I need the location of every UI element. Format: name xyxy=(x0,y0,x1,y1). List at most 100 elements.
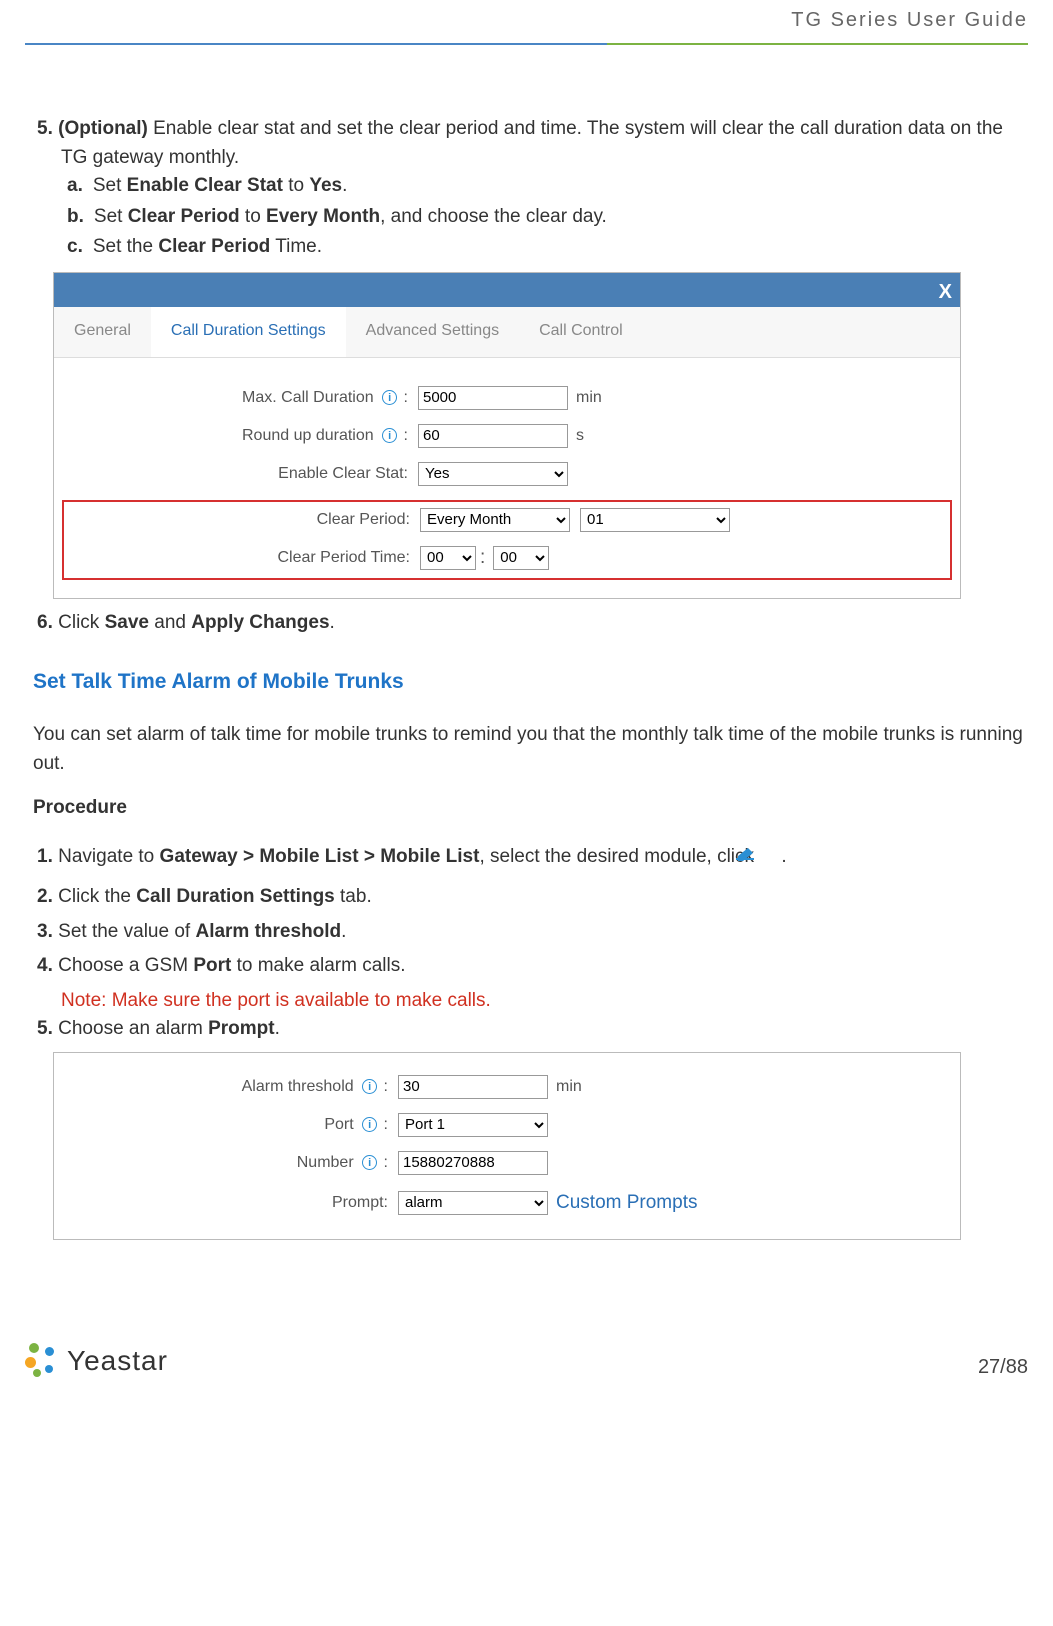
number-input[interactable] xyxy=(398,1151,548,1175)
p5-num: 5. xyxy=(37,1018,53,1039)
round-unit: s xyxy=(568,424,584,448)
step5c-b1: Clear Period xyxy=(158,236,270,257)
p5-b1: Prompt xyxy=(208,1018,275,1039)
tab-call-control[interactable]: Call Control xyxy=(519,307,643,357)
step5a-post: . xyxy=(342,175,347,196)
cpt-hour-select[interactable]: 00 xyxy=(420,546,476,570)
tabs: General Call Duration Settings Advanced … xyxy=(54,307,960,358)
step5a-b2: Yes xyxy=(309,175,342,196)
step5a-num: a. xyxy=(67,175,93,196)
step5-line: 5. (Optional) Enable clear stat and set … xyxy=(33,115,1028,172)
info-icon[interactable]: i xyxy=(362,1155,377,1170)
step5c-pre: Set the xyxy=(93,236,159,257)
header-rule-right xyxy=(607,43,1028,45)
step5b-post: , and choose the clear day. xyxy=(380,206,607,227)
figure-call-duration: X General Call Duration Settings Advance… xyxy=(53,272,961,600)
clearperiodtime-label: Clear Period Time: xyxy=(64,546,416,570)
logo-text: Yeastar xyxy=(67,1340,168,1382)
step6: 6. Click Save and Apply Changes. xyxy=(33,609,1028,638)
p1-post: , select the desired module, click xyxy=(479,846,759,867)
p1-end: . xyxy=(781,846,786,867)
step5c-post: Time. xyxy=(270,236,322,257)
tab-cds[interactable]: Call Duration Settings xyxy=(151,307,346,357)
procedure-head: Procedure xyxy=(33,794,1028,823)
info-icon[interactable]: i xyxy=(362,1117,377,1132)
step5b-mid: to xyxy=(240,206,266,227)
proc4-note: Note: Make sure the port is available to… xyxy=(33,987,1028,1016)
colon: : xyxy=(476,544,489,573)
step5-optional: (Optional) xyxy=(58,118,148,139)
info-icon[interactable]: i xyxy=(382,390,397,405)
p4-post: to make alarm calls. xyxy=(231,955,405,976)
p3-pre: Set the value of xyxy=(58,921,195,942)
info-icon[interactable]: i xyxy=(382,428,397,443)
section-title: Set Talk Time Alarm of Mobile Trunks xyxy=(33,666,1028,698)
figure-alarm: Alarm threshold i : min Port i : Port 1 … xyxy=(53,1052,961,1241)
step5-num: 5. xyxy=(37,118,53,139)
p5-pre: Choose an alarm xyxy=(58,1018,208,1039)
close-icon[interactable]: X xyxy=(939,277,952,307)
number-label: Number i : xyxy=(54,1151,394,1175)
step6-pre: Click xyxy=(58,612,104,633)
p2-post: tab. xyxy=(335,886,372,907)
p2-pre: Click the xyxy=(58,886,136,907)
step5a-mid: to xyxy=(283,175,309,196)
alarm-label: Alarm threshold i : xyxy=(54,1075,394,1099)
p2-b1: Call Duration Settings xyxy=(136,886,334,907)
prompt-label: Prompt: xyxy=(54,1191,394,1215)
port-label: Port i : xyxy=(54,1113,394,1137)
page-number: 27/88 xyxy=(978,1352,1028,1382)
step5a: a.Set Enable Clear Stat to Yes. xyxy=(33,172,1028,201)
maxcall-unit: min xyxy=(568,386,602,410)
port-select[interactable]: Port 1 xyxy=(398,1113,548,1137)
proc3: 3. Set the value of Alarm threshold. xyxy=(33,918,1028,947)
proc5: 5. Choose an alarm Prompt. xyxy=(33,1015,1028,1044)
round-label: Round up duration i : xyxy=(54,424,414,448)
step5a-b1: Enable Clear Stat xyxy=(127,175,283,196)
step6-mid: and xyxy=(149,612,191,633)
cpt-min-select[interactable]: 00 xyxy=(493,546,549,570)
dialog-header: X xyxy=(54,273,960,307)
p4-num: 4. xyxy=(37,955,53,976)
logo: Yeastar xyxy=(25,1340,168,1382)
maxcall-input[interactable] xyxy=(418,386,568,410)
tab-general[interactable]: General xyxy=(54,307,151,357)
enable-label: Enable Clear Stat: xyxy=(54,462,414,486)
p2-num: 2. xyxy=(37,886,53,907)
p1-pre: Navigate to xyxy=(58,846,159,867)
p3-num: 3. xyxy=(37,921,53,942)
edit-icon[interactable] xyxy=(759,848,781,864)
p1-num: 1. xyxy=(37,846,53,867)
round-input[interactable] xyxy=(418,424,568,448)
intro-para: You can set alarm of talk time for mobil… xyxy=(33,721,1028,778)
enable-select[interactable]: Yes xyxy=(418,462,568,486)
header-title: TG Series User Guide xyxy=(25,5,1028,35)
proc2: 2. Click the Call Duration Settings tab. xyxy=(33,883,1028,912)
step5b-b2: Every Month xyxy=(266,206,380,227)
step6-num: 6. xyxy=(37,612,53,633)
step5b-pre: Set xyxy=(94,206,128,227)
step6-b1: Save xyxy=(105,612,149,633)
step5c: c.Set the Clear Period Time. xyxy=(33,233,1028,262)
step5-text: Enable clear stat and set the clear peri… xyxy=(61,118,1003,168)
p1-b1: Gateway > Mobile List > Mobile List xyxy=(160,846,480,867)
clearperiod-label: Clear Period: xyxy=(64,508,416,532)
tab-advanced[interactable]: Advanced Settings xyxy=(346,307,519,357)
step5b: b.Set Clear Period to Every Month, and c… xyxy=(33,203,1028,232)
clearday-select[interactable]: 01 xyxy=(580,508,730,532)
alarm-input[interactable] xyxy=(398,1075,548,1099)
clearperiod-select[interactable]: Every Month xyxy=(420,508,570,532)
logo-icon xyxy=(25,1343,61,1379)
step6-post: . xyxy=(330,612,335,633)
step6-b2: Apply Changes xyxy=(191,612,329,633)
p5-post: . xyxy=(275,1018,280,1039)
proc1: 1. Navigate to Gateway > Mobile List > M… xyxy=(33,843,1028,872)
header-rule-left xyxy=(25,43,607,45)
step5c-num: c. xyxy=(67,236,93,257)
prompt-select[interactable]: alarm xyxy=(398,1191,548,1215)
custom-prompts-link[interactable]: Custom Prompts xyxy=(548,1189,697,1218)
info-icon[interactable]: i xyxy=(362,1079,377,1094)
p3-post: . xyxy=(341,921,346,942)
highlight-box: Clear Period: Every Month 01 Clear Perio… xyxy=(62,500,952,581)
step5b-b1: Clear Period xyxy=(128,206,240,227)
